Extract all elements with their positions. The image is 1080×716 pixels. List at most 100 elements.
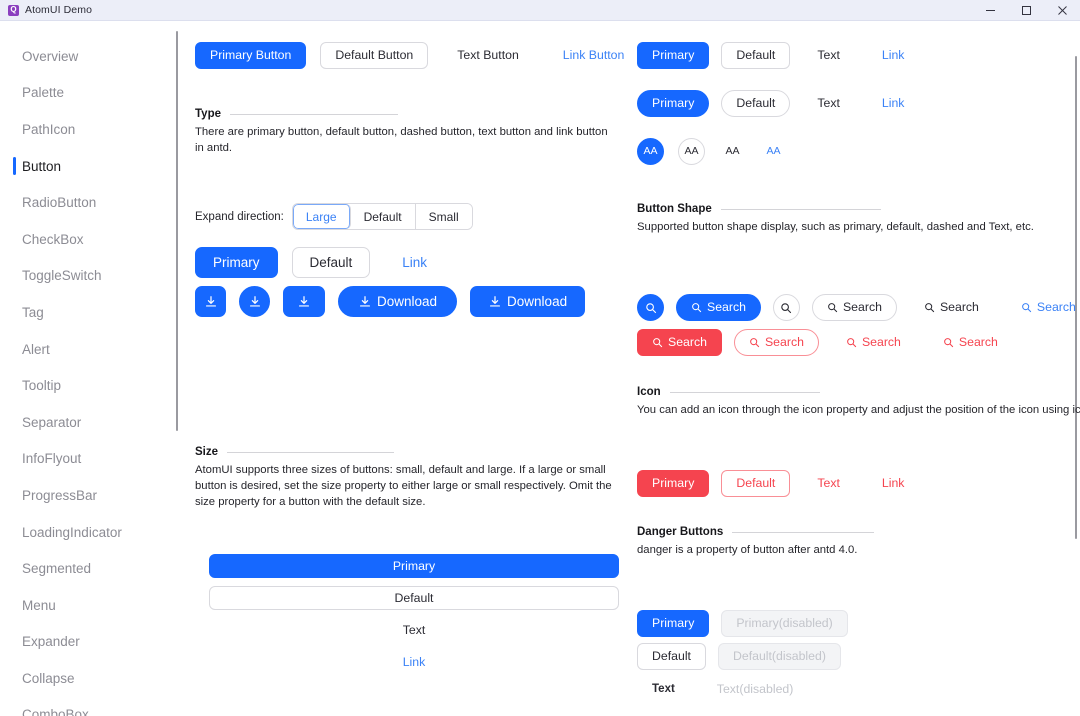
shape-round-primary-button[interactable]: Primary xyxy=(637,90,710,117)
sidebar-item-pathicon[interactable]: PathIcon xyxy=(0,111,179,148)
sidebar-item-tag[interactable]: Tag xyxy=(0,294,179,331)
sidebar-item-loadingindicator[interactable]: LoadingIndicator xyxy=(0,514,179,551)
minimize-button[interactable] xyxy=(972,0,1008,21)
danger-default-button[interactable]: Default xyxy=(721,470,791,498)
sidebar-item-label: Alert xyxy=(22,341,50,357)
shape-rect-row: Primary Default Text Link xyxy=(637,42,1080,69)
sidebar-item-label: Overview xyxy=(22,48,79,64)
link-button[interactable]: Link Button xyxy=(548,42,640,69)
shape-rect-default-button[interactable]: Default xyxy=(721,42,791,69)
close-button[interactable] xyxy=(1044,0,1080,21)
enabled-primary-button[interactable]: Primary xyxy=(637,610,710,638)
danger-text-button[interactable]: Text xyxy=(802,470,855,497)
size-section-desc: AtomUI supports three sizes of buttons: … xyxy=(195,464,612,509)
segmented-option-small[interactable]: Small xyxy=(415,204,472,230)
sidebar-item-collapse[interactable]: Collapse xyxy=(0,660,179,697)
download-label: Download xyxy=(507,293,568,309)
shape-round-link-button[interactable]: Link xyxy=(867,90,920,117)
size-primary-button[interactable]: Primary xyxy=(195,247,278,279)
sidebar-item-button[interactable]: Button xyxy=(0,148,179,185)
sidebar-item-expander[interactable]: Expander xyxy=(0,624,179,661)
download-rect-button[interactable]: Download xyxy=(470,286,586,318)
danger-section-title: Danger Buttons xyxy=(637,526,724,539)
sidebar-item-menu[interactable]: Menu xyxy=(0,587,179,624)
sidebar-item-segmented[interactable]: Segmented xyxy=(0,550,179,587)
sidebar-item-overview[interactable]: Overview xyxy=(0,38,179,75)
block-default-button[interactable]: Default xyxy=(209,586,619,611)
search-circle-primary-button[interactable] xyxy=(637,294,664,322)
block-text-button[interactable]: Text xyxy=(209,618,619,642)
search-danger-default-button[interactable]: Search xyxy=(733,329,819,357)
shape-round-text-button[interactable]: Text xyxy=(802,90,855,117)
shape-round-default-button[interactable]: Default xyxy=(721,90,791,117)
sidebar-item-label: CheckBox xyxy=(22,231,84,247)
enabled-text-button[interactable]: Text xyxy=(637,676,690,703)
danger-section-desc: danger is a property of button after ant… xyxy=(637,544,858,557)
shape-section-title: Button Shape xyxy=(637,203,712,215)
search-danger-text-button[interactable]: Search xyxy=(831,329,916,356)
danger-link-button[interactable]: Link xyxy=(867,470,920,497)
download-circle-button[interactable] xyxy=(239,286,270,318)
default-button[interactable]: Default Button xyxy=(320,42,429,69)
download-wide-icon-button[interactable] xyxy=(283,286,325,318)
sidebar-item-infoflyout[interactable]: InfoFlyout xyxy=(0,441,179,478)
shape-rect-text-button[interactable]: Text xyxy=(802,42,855,69)
window-controls xyxy=(972,0,1080,21)
icon-section-title: Icon xyxy=(637,386,661,399)
sidebar-item-label: InfoFlyout xyxy=(22,451,82,467)
shape-rect-link-button[interactable]: Link xyxy=(867,42,920,69)
sidebar-scrollbar[interactable] xyxy=(172,26,179,706)
shape-circle-primary-button[interactable]: AA xyxy=(637,138,664,165)
sidebar-item-palette[interactable]: Palette xyxy=(0,75,179,112)
shape-rect-primary-button[interactable]: Primary xyxy=(637,42,710,69)
sidebar-item-label: Expander xyxy=(22,634,80,650)
download-icon xyxy=(488,295,502,309)
sidebar-item-toggleswitch[interactable]: ToggleSwitch xyxy=(0,258,179,295)
sidebar-item-radiobutton[interactable]: RadioButton xyxy=(0,184,179,221)
segmented-option-large[interactable]: Large xyxy=(292,204,351,230)
search-icon xyxy=(645,302,657,314)
shape-circle-default-button[interactable]: AA xyxy=(678,138,705,165)
search-round-default-button[interactable]: Search xyxy=(811,294,897,322)
shape-circle-link-button[interactable]: AA xyxy=(760,138,787,165)
icon-section-desc: You can add an icon through the icon pro… xyxy=(637,404,1080,417)
shape-circle-text-button[interactable]: AA xyxy=(719,138,746,165)
sidebar-scrollbar-thumb[interactable] xyxy=(176,31,178,431)
search-danger-link-button[interactable]: Search xyxy=(928,329,1013,356)
sidebar-item-checkbox[interactable]: CheckBox xyxy=(0,221,179,258)
type-section-desc: There are primary button, default button… xyxy=(195,126,608,155)
sidebar-item-progressbar[interactable]: ProgressBar xyxy=(0,477,179,514)
danger-primary-button[interactable]: Primary xyxy=(637,470,710,498)
download-icon xyxy=(358,295,372,309)
search-text-button[interactable]: Search xyxy=(909,294,994,321)
download-round-button[interactable]: Download xyxy=(338,286,458,318)
search-danger-primary-button[interactable]: Search xyxy=(637,329,722,357)
sidebar-item-tooltip[interactable]: Tooltip xyxy=(0,367,179,404)
search-round-primary-button[interactable]: Search xyxy=(676,294,761,322)
block-link-button[interactable]: Link xyxy=(209,650,619,674)
sidebar-item-alert[interactable]: Alert xyxy=(0,331,179,368)
section-rule xyxy=(669,391,820,393)
type-section-header: Type xyxy=(195,108,629,120)
sidebar-item-label: ToggleSwitch xyxy=(22,268,102,284)
download-demo-row: Download Download xyxy=(195,286,629,318)
segmented-option-default[interactable]: Default xyxy=(350,204,416,230)
sidebar-item-separator[interactable]: Separator xyxy=(0,404,179,441)
search-circle-default-button[interactable] xyxy=(772,294,800,322)
maximize-button[interactable] xyxy=(1008,0,1044,21)
size-default-button[interactable]: Default xyxy=(291,247,371,279)
primary-button[interactable]: Primary Button xyxy=(195,42,307,69)
size-link-button[interactable]: Link xyxy=(384,247,445,278)
sidebar-item-combobox[interactable]: ComboBox xyxy=(0,697,179,716)
download-square-button[interactable] xyxy=(195,286,226,318)
download-icon xyxy=(297,295,311,309)
search-link-button[interactable]: Search xyxy=(1006,294,1080,321)
search-icon xyxy=(1021,302,1032,313)
content-columns: Primary Button Default Button Text Butto… xyxy=(179,21,1080,716)
enabled-default-button[interactable]: Default xyxy=(637,643,706,671)
search-icon xyxy=(827,302,838,313)
icon-danger-row: Search Search Search Search xyxy=(637,329,1080,357)
size-segmented-control[interactable]: Large Default Small xyxy=(291,203,473,231)
text-button[interactable]: Text Button xyxy=(442,42,534,69)
block-primary-button[interactable]: Primary xyxy=(209,554,619,579)
